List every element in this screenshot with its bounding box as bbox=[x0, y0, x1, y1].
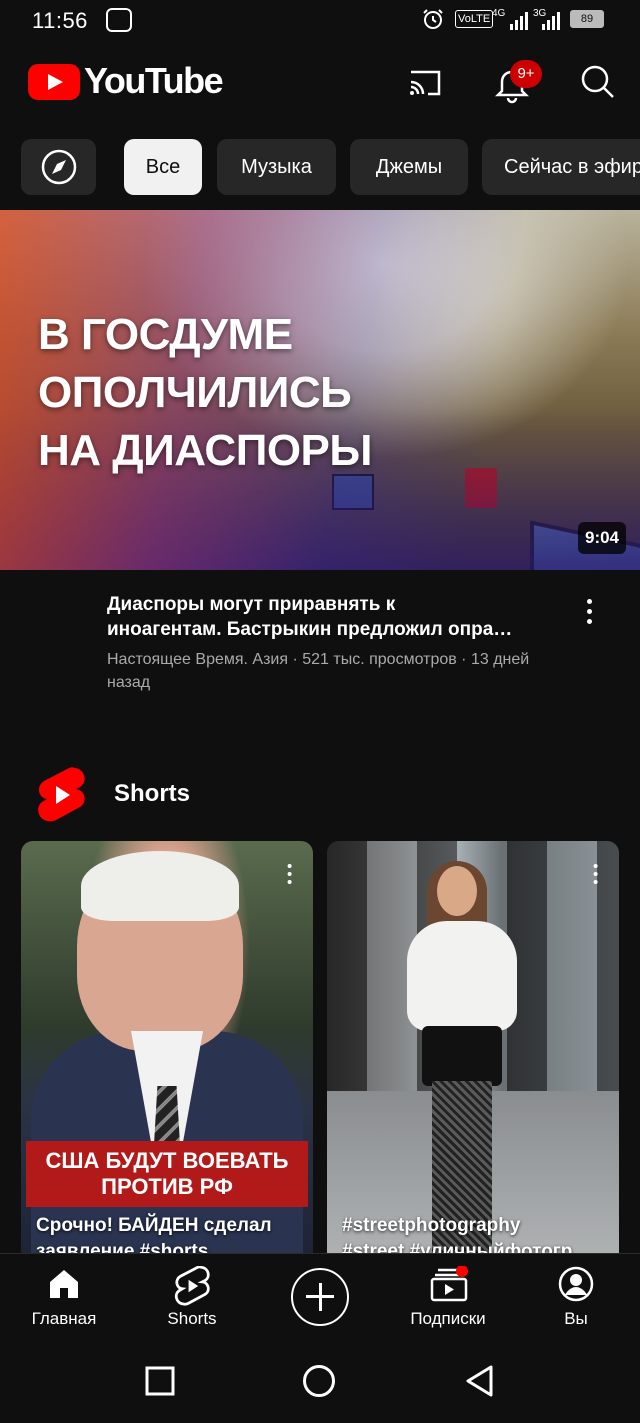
video-duration: 9:04 bbox=[578, 522, 626, 554]
recents-icon[interactable] bbox=[144, 1365, 176, 1397]
video-more-icon[interactable] bbox=[587, 599, 593, 629]
video-metadata: Настоящее Время. Азия · 521 тыс. просмот… bbox=[107, 651, 530, 691]
shorts-logo-icon bbox=[38, 767, 85, 822]
home-icon bbox=[50, 1270, 78, 1298]
subscriptions-icon bbox=[430, 1266, 468, 1302]
signal-icon bbox=[510, 12, 528, 30]
nav-shorts[interactable]: Shorts bbox=[137, 1254, 247, 1344]
compass-icon bbox=[41, 149, 76, 185]
thumbnail-text-line: В ГОСДУМЕ bbox=[38, 310, 293, 359]
signal-icon-2 bbox=[542, 12, 560, 30]
thumbnail-text-line: НА ДИАСПОРЫ bbox=[38, 426, 372, 475]
short-more-icon[interactable] bbox=[287, 864, 293, 888]
shorts-section-title: Shorts bbox=[114, 780, 191, 807]
cast-icon[interactable] bbox=[406, 62, 446, 102]
chip-music[interactable]: Музыка bbox=[217, 139, 336, 195]
system-navigation-bar bbox=[0, 1343, 640, 1423]
youtube-logo-text[interactable]: YouTube bbox=[84, 60, 224, 102]
short-more-icon[interactable] bbox=[593, 864, 599, 888]
notification-badge: 9+ bbox=[510, 60, 542, 88]
short-caption: Срочно! БАЙДЕН сделал заявление #shorts bbox=[36, 1215, 272, 1253]
thumbnail-text-line: ОПОЛЧИЛИСЬ bbox=[38, 368, 352, 417]
video-title[interactable]: Диаспоры могут приравнять к иноагентам. … bbox=[107, 592, 557, 642]
short-caption: #streetphotography #street #уличныйфотог… bbox=[342, 1215, 573, 1253]
volte-indicator: VoLTE bbox=[455, 10, 494, 28]
network-type-1: 4G bbox=[492, 8, 506, 19]
app-notification-icon bbox=[106, 8, 132, 32]
search-icon[interactable] bbox=[578, 62, 618, 102]
chip-all[interactable]: Все bbox=[124, 139, 202, 195]
shorts-icon bbox=[174, 1266, 210, 1306]
chip-live[interactable]: Сейчас в эфире bbox=[482, 139, 640, 195]
youtube-logo-icon[interactable] bbox=[28, 64, 80, 100]
explore-chip[interactable] bbox=[21, 139, 96, 195]
status-time: 11:56 bbox=[32, 8, 88, 33]
chip-jams[interactable]: Джемы bbox=[350, 139, 468, 195]
short-card[interactable]: #streetphotography #street #уличныйфотог… bbox=[327, 841, 619, 1253]
nav-you[interactable]: Вы bbox=[521, 1254, 631, 1344]
short-card[interactable]: США БУДУТ ВОЕВАТЬ ПРОТИВ РФ Срочно! БАЙД… bbox=[21, 841, 313, 1253]
battery-icon: 89 bbox=[570, 10, 604, 28]
nav-home[interactable]: Главная bbox=[9, 1254, 119, 1344]
alarm-icon bbox=[423, 9, 443, 29]
back-icon[interactable] bbox=[464, 1364, 496, 1398]
avatar-icon bbox=[558, 1266, 594, 1302]
status-bar: 11:56 VoLTE 4G 3G 89 bbox=[0, 0, 640, 42]
create-button[interactable] bbox=[291, 1268, 349, 1326]
nav-subscriptions[interactable]: Подписки bbox=[393, 1254, 503, 1344]
home-circle-icon[interactable] bbox=[302, 1364, 336, 1398]
short-banner: США БУДУТ ВОЕВАТЬ ПРОТИВ РФ bbox=[26, 1141, 308, 1207]
video-thumbnail[interactable]: В ГОСДУМЕ ОПОЛЧИЛИСЬ НА ДИАСПОРЫ bbox=[0, 210, 640, 570]
